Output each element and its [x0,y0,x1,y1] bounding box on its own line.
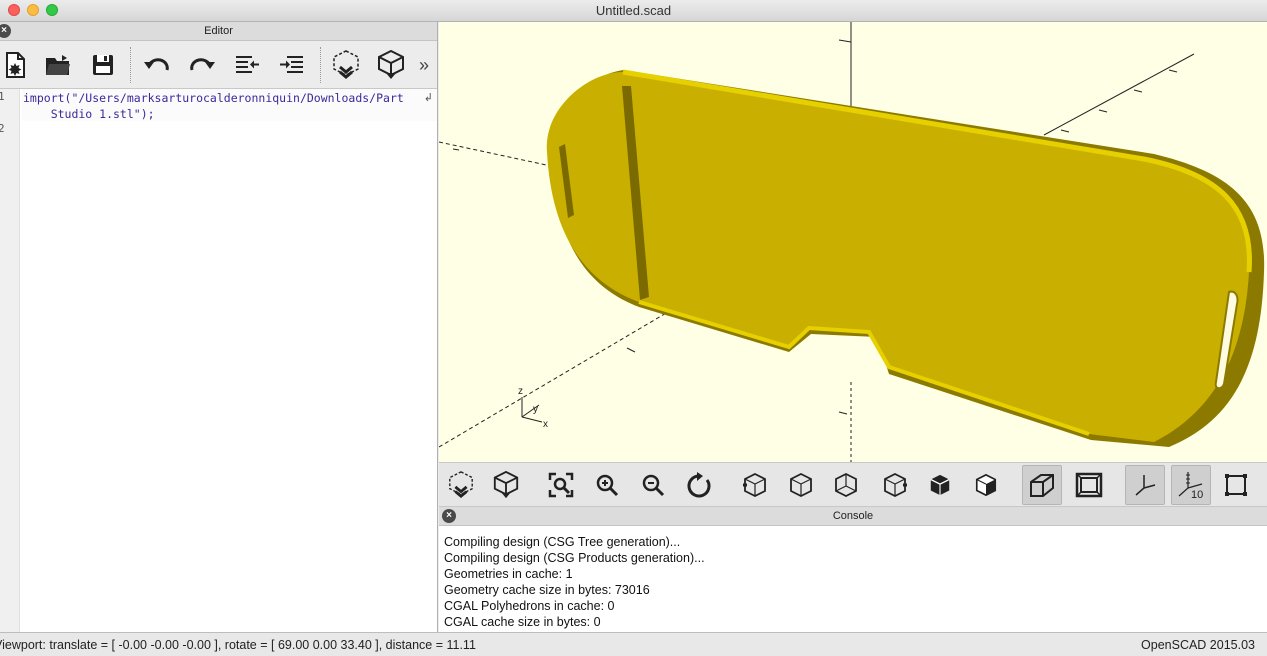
perspective-button[interactable] [1022,465,1062,505]
console-dock-header: × Console [439,507,1267,526]
view-bottom-button[interactable] [826,465,866,505]
console-line: Geometries in cache: 1 [444,567,573,581]
view-front-icon [930,474,950,496]
orthogonal-icon [1075,472,1103,498]
undo-icon [144,58,169,71]
viewport-status: Viewport: translate = [ -0.00 -0.00 -0.0… [0,638,476,652]
line-number: 2 [0,122,5,135]
code-line[interactable]: import("/Users/marksarturocalderonniquin… [23,90,404,122]
console-pane: × Console Compiling design (CSG Tree gen… [439,507,1267,632]
reset-view-button[interactable] [679,465,719,505]
console-line: Geometry cache size in bytes: 73016 [444,583,650,597]
new-file-button[interactable] [0,46,34,84]
view-right-button[interactable] [735,465,775,505]
zoom-out-icon [642,474,665,497]
editor-pane: × Editor » 1 2 import("/Users/marksartur… [0,22,438,632]
preview-icon [449,471,473,499]
window-title: Untitled.scad [595,3,672,18]
stl-model [546,72,1250,442]
render-button[interactable] [372,46,410,84]
zoom-out-button[interactable] [633,465,673,505]
scale-label: 10 [1191,489,1203,500]
view-top-button[interactable] [781,465,821,505]
zoom-in-button[interactable] [587,465,627,505]
window-titlebar: Untitled.scad [0,0,1267,22]
view-left-button[interactable] [875,465,915,505]
view-back-icon [975,473,997,497]
3d-viewport[interactable]: z y x [439,22,1267,462]
open-file-button[interactable] [39,46,77,84]
reset-view-icon [687,472,711,498]
console-line: CGAL cache size in bytes: 0 [444,615,601,629]
redo-button[interactable] [183,46,221,84]
preview-button[interactable] [441,465,481,505]
line-number-gutter: 1 2 [0,89,20,632]
viewport-scene: z y x [439,22,1265,462]
editor-title: Editor [204,25,233,37]
status-bar: Viewport: translate = [ -0.00 -0.00 -0.0… [0,632,1267,656]
console-line: Compiling design (CSG Tree generation)..… [444,535,681,549]
console-close-button[interactable]: × [442,509,456,523]
view-all-icon [548,472,574,498]
axis-label-x: x [543,419,548,430]
axis-label-y: y [533,404,538,415]
open-folder-icon [46,55,70,75]
toolbar-overflow-button[interactable]: » [412,46,436,84]
show-axes-icon [1135,475,1156,496]
editor-dock-header: × Editor [0,22,437,41]
save-file-button[interactable] [84,46,122,84]
new-file-icon [6,52,25,78]
view-back-button[interactable] [966,465,1006,505]
view-right-icon [743,472,766,498]
view-left-icon [884,472,907,498]
view-front-button[interactable] [920,465,960,505]
console-output[interactable]: Compiling design (CSG Tree generation)..… [444,534,1267,630]
view-all-button[interactable] [541,465,581,505]
code-editor[interactable]: 1 2 import("/Users/marksarturocalderonni… [0,89,437,632]
orthogonal-button[interactable] [1069,465,1109,505]
view-top-icon [790,472,812,498]
render-icon [378,49,404,79]
line-number: 1 [0,90,5,103]
console-line: CGAL Polyhedrons in cache: 0 [444,599,615,613]
view-bottom-icon [835,472,857,498]
indent-icon [280,56,303,73]
version-label: OpenSCAD 2015.03 [1141,638,1255,652]
show-edges-button[interactable] [1216,465,1256,505]
render-icon [493,470,519,499]
indent-button[interactable] [273,46,311,84]
save-icon [93,55,113,75]
perspective-icon [1030,474,1054,497]
redo-icon [190,58,215,71]
show-scale-markers-icon: 10 [1178,472,1203,500]
zoom-in-icon [596,474,619,497]
unindent-button[interactable] [228,46,266,84]
word-wrap-icon: ↲ [423,92,433,104]
editor-toolbar: » [0,41,437,89]
unindent-icon [236,56,259,73]
show-edges-icon [1225,474,1247,496]
viewport-toolbar: 10 [439,462,1267,507]
preview-button[interactable] [327,46,365,84]
preview-icon [333,50,359,79]
undo-button[interactable] [138,46,176,84]
axis-label-z: z [518,386,523,397]
console-line: Compiling design (CSG Products generatio… [444,551,705,565]
render-button[interactable] [486,465,526,505]
console-title: Console [832,510,874,522]
show-axes-button[interactable] [1125,465,1165,505]
show-scale-markers-button[interactable]: 10 [1171,465,1211,505]
editor-close-button[interactable]: × [0,24,11,38]
